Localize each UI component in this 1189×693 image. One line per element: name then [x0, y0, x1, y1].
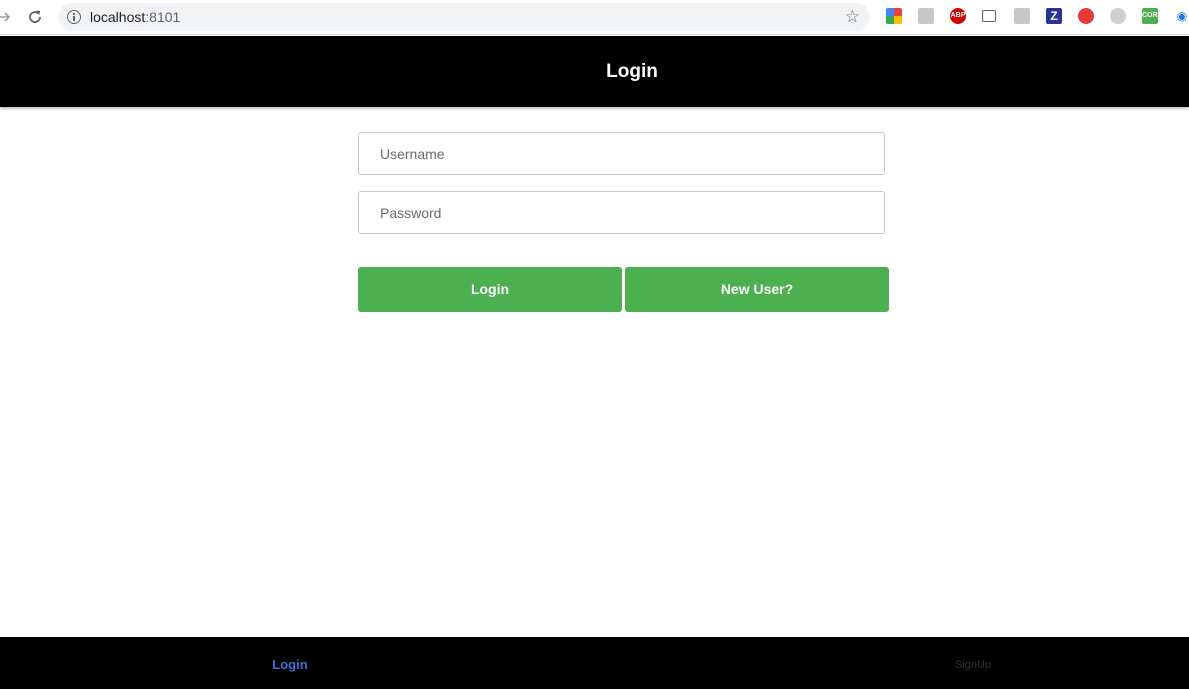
password-field[interactable] [358, 191, 885, 234]
page-title: Login [606, 61, 658, 82]
bottom-tab-bar: Login SignUp [0, 637, 1189, 689]
reload-icon[interactable] [27, 9, 43, 25]
adblock-icon[interactable]: ABP [950, 8, 966, 24]
forward-arrow-icon[interactable] [0, 9, 12, 25]
gray-circle-icon[interactable] [1110, 8, 1126, 24]
tab-login[interactable]: Login [210, 637, 370, 689]
url-port: :8101 [145, 9, 181, 25]
address-bar[interactable]: localhost:8101 ☆ [58, 3, 870, 31]
username-field[interactable] [358, 132, 885, 175]
url-host: localhost [90, 9, 146, 25]
cors-icon-label: CORS [1142, 12, 1163, 19]
cors-icon[interactable]: CORS [1142, 8, 1162, 24]
z-extension-icon[interactable]: Z [1046, 8, 1062, 24]
tab-signup[interactable]: SignUp [893, 637, 1053, 689]
z-extension-icon-label: Z [1050, 9, 1058, 23]
eye-icon[interactable]: ◉ [1174, 8, 1189, 24]
pdf-icon[interactable] [1014, 8, 1030, 24]
new-user-button[interactable]: New User? [625, 267, 889, 312]
puzzle-color-icon[interactable] [886, 8, 902, 24]
password-input[interactable] [359, 192, 884, 233]
app-header: Login [0, 36, 1189, 107]
opera-icon[interactable] [1078, 8, 1094, 24]
adblock-icon-label: ABP [950, 12, 966, 19]
login-button[interactable]: Login [358, 267, 622, 312]
cast-icon[interactable] [982, 10, 996, 22]
browser-toolbar: localhost:8101 ☆ ABP Z CORS ◉ [0, 0, 1189, 35]
bookmark-star-icon[interactable]: ☆ [845, 8, 860, 26]
info-icon[interactable] [67, 10, 81, 24]
gray-tool-icon[interactable] [918, 8, 934, 24]
username-input[interactable] [359, 133, 884, 174]
url-text[interactable]: localhost:8101 [90, 9, 180, 25]
